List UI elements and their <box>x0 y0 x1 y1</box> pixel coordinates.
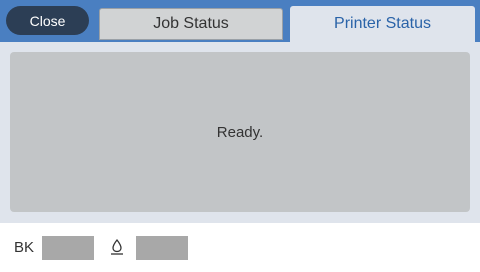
status-text: Ready. <box>216 123 264 141</box>
maintenance-box-level-bar <box>136 236 188 260</box>
black-ink-label: BK <box>14 239 35 256</box>
status-panel: Ready. <box>10 52 470 212</box>
ink-status-footer: BK <box>0 223 480 272</box>
close-button[interactable]: Close <box>6 6 89 35</box>
tab-job-status[interactable]: Job Status <box>99 8 283 40</box>
printer-status-content: Ready. <box>0 42 480 223</box>
black-ink-level-bar <box>42 236 94 260</box>
top-bar: Close Job Status Printer Status <box>0 0 480 42</box>
tab-printer-status[interactable]: Printer Status <box>290 6 475 42</box>
maintenance-box-icon <box>111 238 123 255</box>
